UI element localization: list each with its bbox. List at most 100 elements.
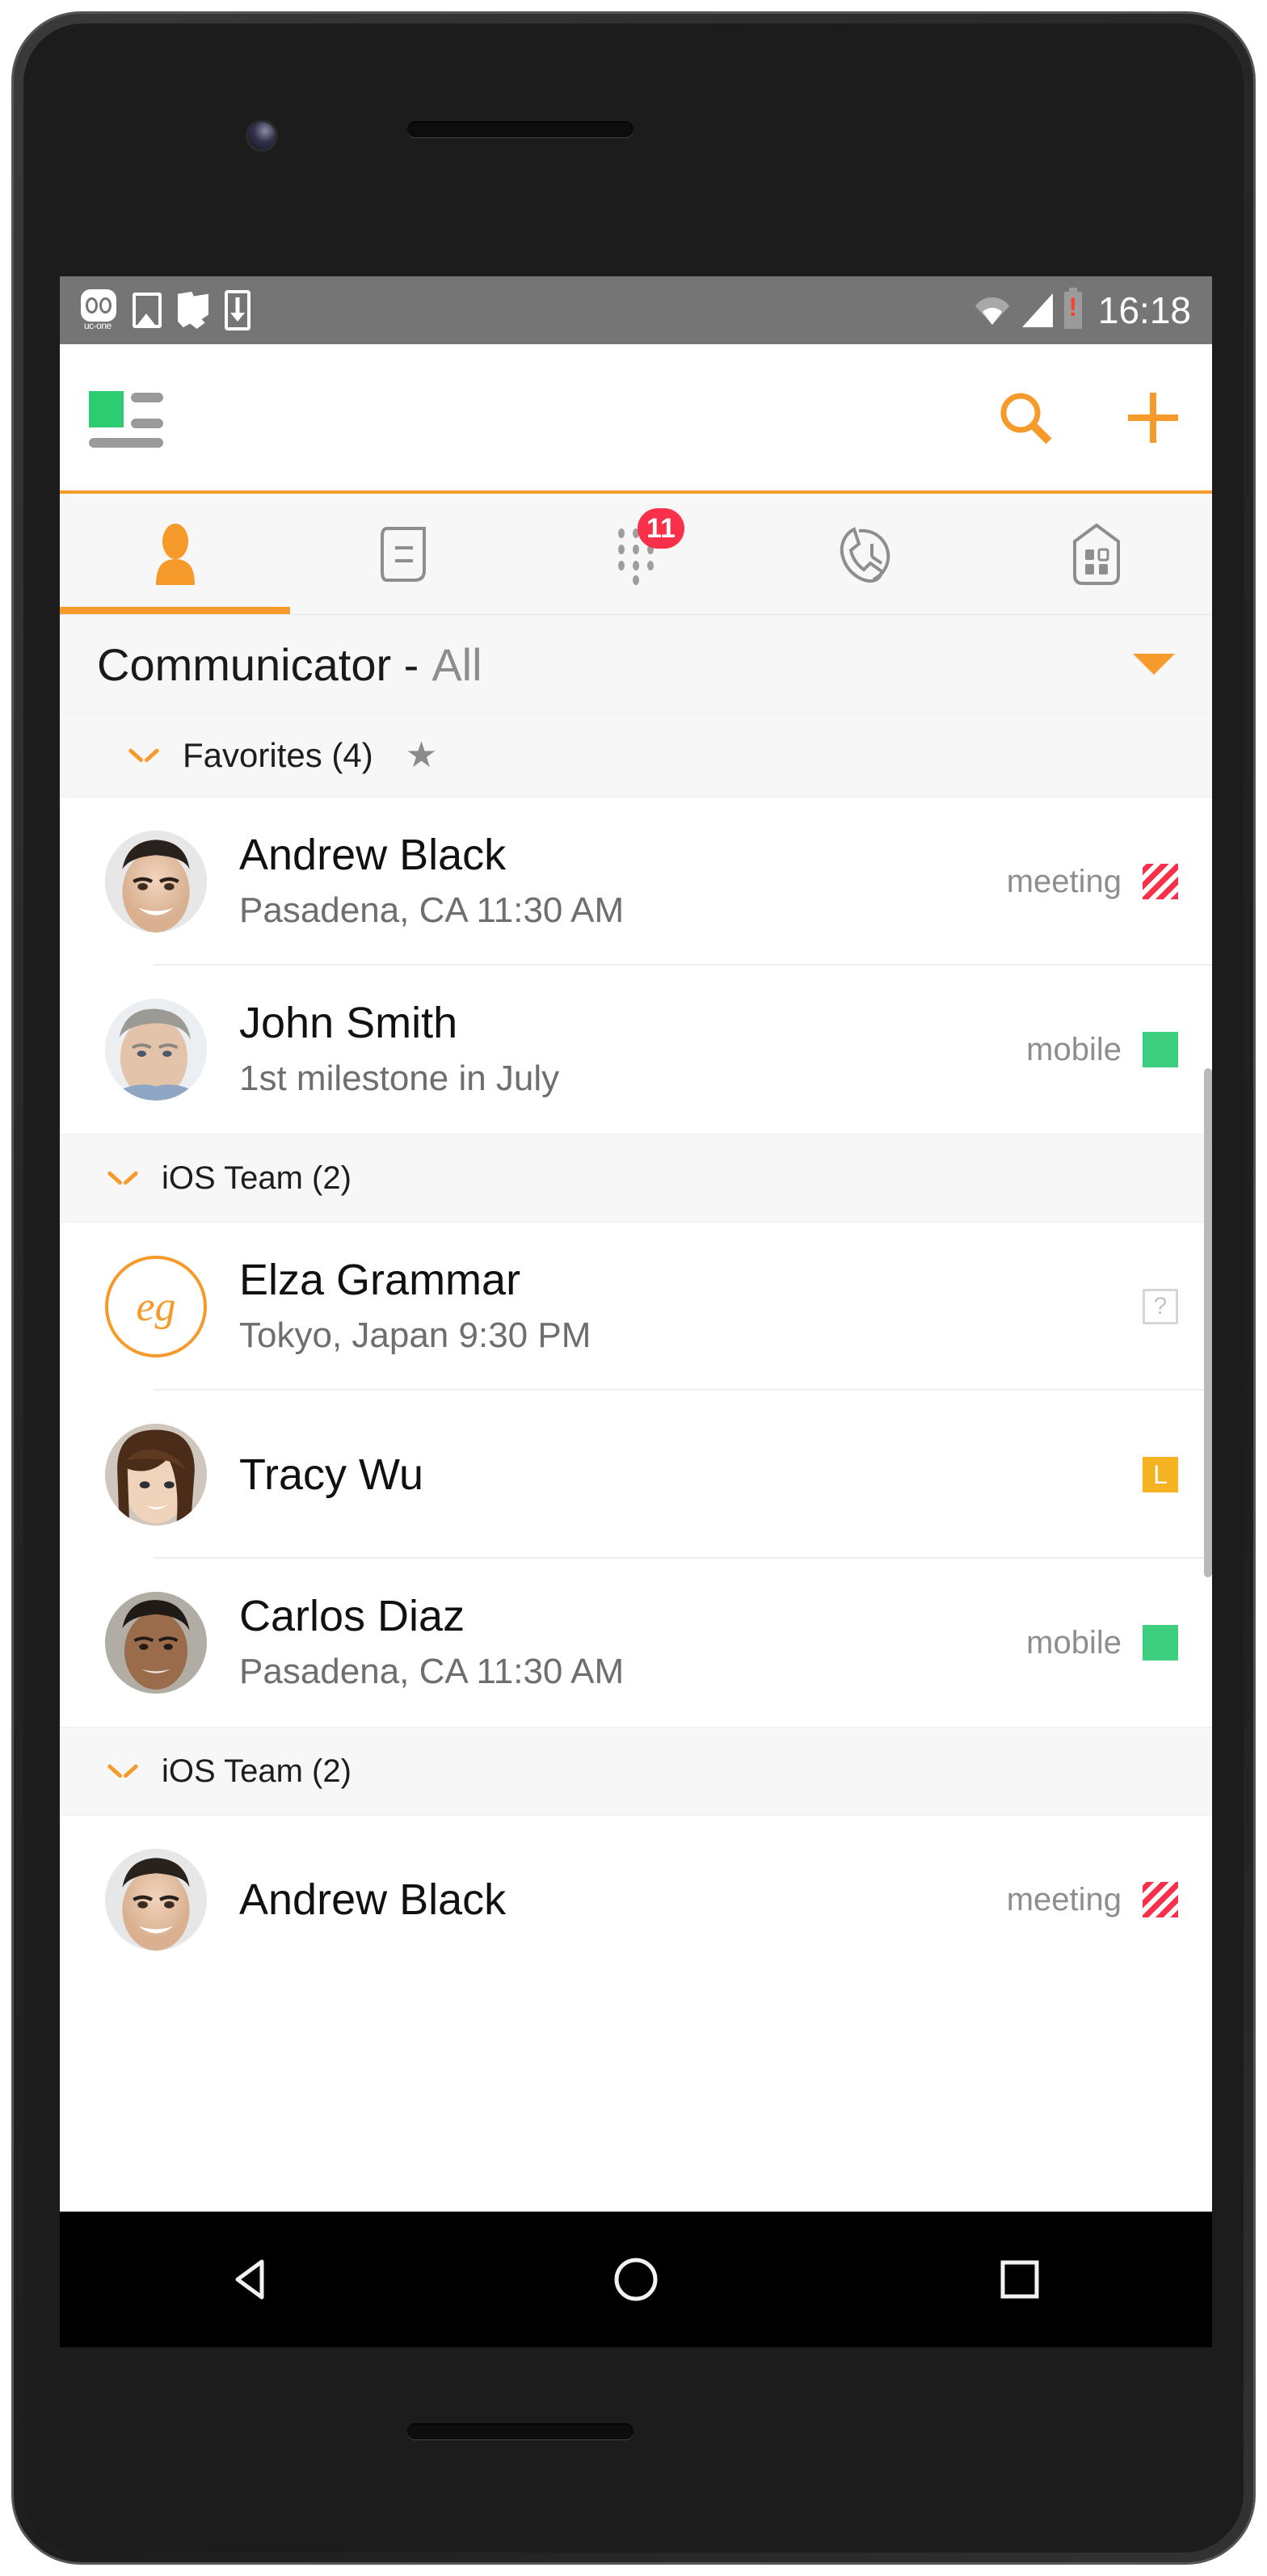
tab-active-indicator — [60, 607, 291, 614]
phone-clock-icon — [840, 526, 890, 583]
contact-text: Andrew Black Pasadena, CA 11:30 AM — [207, 831, 1007, 932]
chevron-down-icon — [129, 747, 158, 764]
avatar — [105, 999, 207, 1101]
tab-keypad[interactable] — [982, 494, 1212, 614]
add-contact-button[interactable] — [1123, 388, 1183, 448]
contact-row[interactable]: Andrew Black meeting — [60, 1816, 1212, 1984]
contact-row[interactable]: Andrew Black Pasadena, CA 11:30 AM meeti… — [60, 798, 1212, 966]
tab-call-history[interactable] — [751, 494, 982, 614]
contact-status: meeting — [1007, 864, 1178, 900]
message-icon — [380, 526, 426, 582]
status-indicator-unknown: ? — [1143, 1289, 1178, 1324]
avatar: eg — [105, 1256, 207, 1357]
chevron-down-icon — [108, 1763, 137, 1779]
battery-low-icon: ! — [1063, 288, 1082, 329]
search-icon — [1000, 393, 1052, 444]
phone-frame: uc-one ! 16:18 11 Communicator - All Fav… — [11, 11, 1256, 2565]
grid-door-icon — [1073, 523, 1121, 585]
status-label: meeting — [1006, 863, 1122, 899]
star-icon: ★ — [405, 735, 438, 775]
page-title: Communicator - All — [97, 638, 482, 691]
status-bar: uc-one ! 16:18 — [60, 276, 1212, 344]
app-bar-actions — [996, 388, 1183, 448]
group-header-ios-team-2[interactable]: iOS Team (2) — [60, 1727, 1212, 1816]
contact-name: Carlos Diaz — [239, 1592, 465, 1641]
android-nav-bar — [60, 2212, 1212, 2347]
page-title-filter: All — [431, 638, 482, 690]
contact-row[interactable]: Carlos Diaz Pasadena, CA 11:30 AM mobile — [60, 1559, 1212, 1727]
contact-subtitle: 1st milestone in July — [239, 1058, 560, 1098]
contact-status: ? — [1143, 1289, 1178, 1324]
voicemail-icon-label: uc-one — [84, 320, 112, 331]
status-indicator-away: L — [1143, 1457, 1178, 1492]
person-icon — [155, 523, 195, 585]
status-label: meeting — [1006, 1881, 1122, 1917]
group-header-favorites[interactable]: Favorites (4) ★ — [60, 713, 1212, 798]
nav-recents-button[interactable] — [939, 2212, 1101, 2347]
contact-status: meeting — [1007, 1882, 1178, 1918]
section-title-row: Communicator - All — [60, 615, 1212, 713]
contact-text: John Smith 1st milestone in July — [207, 999, 1026, 1100]
tab-contacts[interactable] — [60, 494, 291, 614]
contact-status: L — [1143, 1457, 1178, 1492]
avatar — [105, 1592, 207, 1694]
group-header-label: iOS Team (2) — [162, 1160, 351, 1196]
status-indicator-busy — [1143, 864, 1178, 899]
voicemail-uc-one-icon: uc-one — [81, 289, 116, 331]
avatar-initials: eg — [136, 1283, 176, 1330]
group-header-ios-team-1[interactable]: iOS Team (2) — [60, 1134, 1212, 1223]
contact-name: Andrew Black — [239, 1875, 507, 1924]
wifi-icon — [974, 297, 1009, 325]
app-bar — [60, 344, 1212, 494]
contact-row[interactable]: eg Elza Grammar Tokyo, Japan 9:30 PM ? — [60, 1223, 1212, 1391]
contact-status: mobile — [1026, 1625, 1178, 1661]
contact-text: Elza Grammar Tokyo, Japan 9:30 PM — [207, 1256, 1143, 1357]
group-header-label: iOS Team (2) — [162, 1753, 351, 1789]
dialpad-unread-badge: 11 — [638, 508, 684, 549]
contact-subtitle: Pasadena, CA 11:30 AM — [239, 1651, 625, 1691]
contact-text: Tracy Wu — [207, 1450, 1143, 1499]
contact-text: Carlos Diaz Pasadena, CA 11:30 AM — [207, 1592, 1026, 1693]
image-icon — [133, 293, 162, 328]
plus-icon — [1128, 392, 1178, 443]
chevron-down-icon[interactable] — [1133, 654, 1175, 675]
bottom-speaker — [407, 2423, 634, 2439]
signal-icon — [1021, 293, 1053, 327]
status-label: mobile — [1026, 1624, 1122, 1661]
contact-list: Favorites (4) ★ Andrew Black Pasadena, CA… — [60, 713, 1212, 1984]
tab-dialpad[interactable]: 11 — [520, 494, 751, 614]
contact-name: Andrew Black — [239, 831, 507, 880]
group-header-label: Favorites (4) — [183, 736, 373, 774]
status-bar-left-icons: uc-one — [81, 289, 250, 331]
recents-square-icon — [1000, 2260, 1039, 2299]
status-label: mobile — [1026, 1031, 1122, 1067]
tab-bar: 11 — [60, 494, 1212, 615]
home-circle-icon — [614, 2258, 658, 2301]
status-indicator-available — [1143, 1032, 1178, 1067]
avatar — [105, 831, 207, 932]
contact-name: Elza Grammar — [239, 1256, 521, 1305]
nav-home-button[interactable] — [555, 2212, 717, 2347]
folder-icon — [178, 292, 208, 329]
status-indicator-available — [1143, 1625, 1178, 1661]
menu-avatar-icon[interactable] — [89, 386, 165, 449]
contact-text: Andrew Black — [207, 1875, 1007, 1924]
earpiece-speaker — [407, 121, 634, 137]
contact-row[interactable]: John Smith 1st milestone in July mobile — [60, 966, 1212, 1134]
front-camera — [248, 122, 276, 149]
tab-chat[interactable] — [290, 494, 520, 614]
phone-screen: uc-one ! 16:18 11 Communicator - All Fav… — [60, 276, 1212, 2300]
status-indicator-busy — [1143, 1882, 1178, 1917]
search-button[interactable] — [996, 388, 1055, 448]
nav-back-button[interactable] — [171, 2212, 333, 2347]
contact-status: mobile — [1026, 1032, 1178, 1068]
scrollbar[interactable] — [1204, 1068, 1212, 1577]
back-triangle-icon — [235, 2259, 264, 2300]
contact-name: Tracy Wu — [239, 1450, 424, 1499]
download-icon — [225, 290, 250, 330]
contact-row[interactable]: Tracy Wu L — [60, 1391, 1212, 1559]
contact-subtitle: Tokyo, Japan 9:30 PM — [239, 1315, 591, 1355]
avatar — [105, 1849, 207, 1951]
avatar — [105, 1424, 207, 1526]
contact-name: John Smith — [239, 999, 458, 1048]
